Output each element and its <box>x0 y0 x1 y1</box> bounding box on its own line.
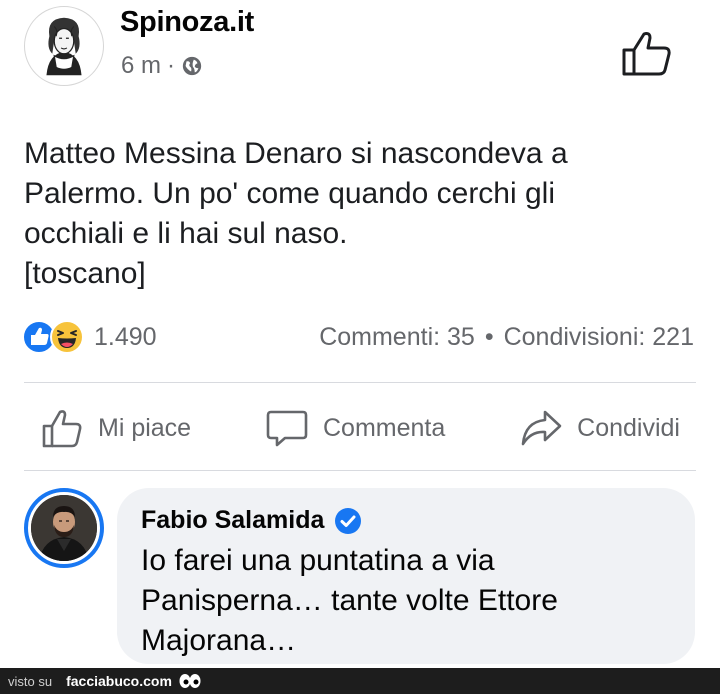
comments-count[interactable]: Commenti: 35 <box>319 323 475 352</box>
stats-separator: • <box>484 323 494 351</box>
thumbs-up-icon <box>42 410 82 448</box>
post-text: Matteo Messina Denaro si nascondeva a Pa… <box>24 137 568 290</box>
post-stats: Commenti: 35 • Condivisioni: 221 <box>319 323 694 352</box>
commenter-name[interactable]: Fabio Salamida <box>141 506 324 535</box>
action-bar: Mi piace Commenta Condividi <box>24 396 696 460</box>
verified-icon <box>335 507 362 534</box>
watermark-bar: visto su facciabuco.com <box>0 668 720 694</box>
commenter-photo-icon <box>31 495 97 561</box>
eyes-icon <box>179 674 201 688</box>
globe-icon <box>182 56 202 76</box>
like-button[interactable]: Mi piace <box>24 406 207 450</box>
philosopher-portrait-icon <box>46 17 82 76</box>
commenter-name-row: Fabio Salamida <box>141 506 671 535</box>
reactions-summary[interactable]: 1.490 <box>22 320 157 354</box>
page-avatar[interactable] <box>24 6 104 86</box>
shares-count[interactable]: Condivisioni: 221 <box>504 323 694 352</box>
meta-separator: · <box>167 52 176 79</box>
commenter-avatar[interactable] <box>24 488 104 568</box>
share-label: Condividi <box>577 413 680 442</box>
comment-label: Commenta <box>322 413 446 442</box>
comment-text: Io farei una puntatina a via Panisperna…… <box>141 544 558 657</box>
divider <box>24 382 696 383</box>
like-label: Mi piace <box>98 413 192 442</box>
share-button[interactable]: Condividi <box>503 406 696 450</box>
post-time[interactable]: 6 m <box>121 52 161 80</box>
reaction-count: 1.490 <box>94 322 157 351</box>
post-meta: 6 m · <box>121 52 203 80</box>
thumbs-up-icon[interactable] <box>620 28 674 78</box>
post-author[interactable]: Spinoza.it <box>120 6 254 39</box>
haha-reaction-icon <box>50 320 84 354</box>
site-name: facciabuco.com <box>66 673 172 689</box>
comment-bubble: Fabio Salamida Io farei una puntatina a … <box>117 488 695 664</box>
share-icon <box>521 410 562 446</box>
seen-on-label: visto su <box>8 673 53 689</box>
divider <box>24 470 696 471</box>
comment-button[interactable]: Commenta <box>249 406 461 450</box>
comment-icon <box>266 410 308 447</box>
